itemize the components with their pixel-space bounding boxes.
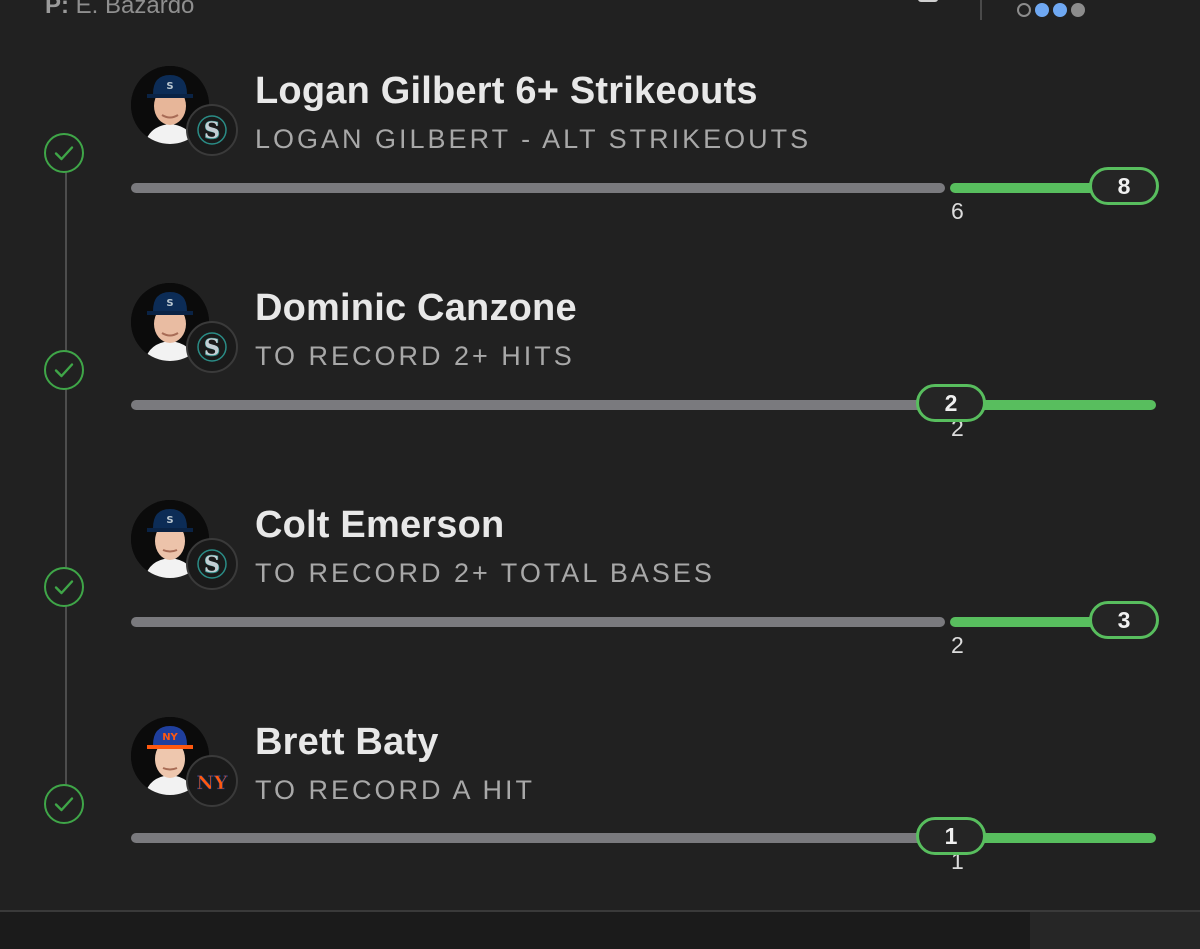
page-dot[interactable] xyxy=(1071,3,1085,17)
leg-title: Logan Gilbert 6+ Strikeouts xyxy=(255,70,758,112)
target-value: 6 xyxy=(951,198,964,224)
leg-title: Colt Emerson xyxy=(255,504,505,546)
current-value-pill: 2 xyxy=(916,384,986,422)
svg-text:S: S xyxy=(166,298,173,309)
linescore-cutoff xyxy=(600,0,960,8)
check-circle-icon xyxy=(44,350,84,390)
parlay-leg[interactable]: S S S Logan Gilbert 6+ Strikeouts LOGAN … xyxy=(0,66,1200,266)
progress-track xyxy=(131,400,931,410)
mariners-logo-icon: S S xyxy=(186,321,238,373)
svg-text:NY: NY xyxy=(162,732,178,743)
parlay-leg[interactable]: S S S Dominic Canzone TO RECORD 2+ HITS … xyxy=(0,283,1200,483)
leg-market: TO RECORD 2+ HITS xyxy=(255,341,575,371)
progress-track xyxy=(131,183,945,193)
progress-fill xyxy=(950,617,1100,627)
target-value: 2 xyxy=(951,632,964,658)
page-indicator[interactable] xyxy=(1017,2,1085,18)
leg-title: Brett Baty xyxy=(255,721,439,763)
progress-track xyxy=(131,833,931,843)
pitcher-prefix: P: xyxy=(45,0,69,19)
parlay-leg[interactable]: S S S Colt Emerson TO RECORD 2+ TOTAL BA… xyxy=(0,500,1200,700)
bottom-bar-tab-shape xyxy=(1030,912,1200,949)
parlay-leg[interactable]: NY NY Brett Baty TO RECORD A HIT 1 1 xyxy=(0,717,1200,917)
mariners-logo-icon: S S xyxy=(186,104,238,156)
page-dot[interactable] xyxy=(1035,3,1049,17)
check-circle-icon xyxy=(44,784,84,824)
leg-title: Dominic Canzone xyxy=(255,287,577,329)
mariners-logo-icon: S S xyxy=(186,538,238,590)
check-circle-icon xyxy=(44,133,84,173)
progress-fill xyxy=(950,183,1100,193)
svg-text:S: S xyxy=(204,552,220,578)
bottom-bar xyxy=(0,910,1200,949)
svg-text:S: S xyxy=(166,81,173,92)
leg-market: TO RECORD 2+ TOTAL BASES xyxy=(255,558,715,588)
header-divider xyxy=(980,0,982,20)
svg-text:NY: NY xyxy=(197,772,228,794)
pitcher-label: P: E. Bazardo xyxy=(45,0,194,20)
svg-text:S: S xyxy=(204,118,220,144)
page-dot[interactable] xyxy=(1053,3,1067,17)
current-value-pill: 3 xyxy=(1089,601,1159,639)
page-dot[interactable] xyxy=(1017,3,1031,17)
game-header: P: E. Bazardo xyxy=(0,0,1200,22)
progress-track xyxy=(131,617,945,627)
leg-market: LOGAN GILBERT - ALT STRIKEOUTS xyxy=(255,124,812,154)
progress-fill xyxy=(970,400,1156,410)
leg-market: TO RECORD A HIT xyxy=(255,775,536,805)
current-value-pill: 1 xyxy=(916,817,986,855)
check-circle-icon xyxy=(44,567,84,607)
svg-text:S: S xyxy=(166,515,173,526)
pitcher-name: E. Bazardo xyxy=(75,0,195,19)
svg-text:S: S xyxy=(204,335,220,361)
current-value-pill: 8 xyxy=(1089,167,1159,205)
mets-logo-icon: NY xyxy=(186,755,238,807)
progress-fill xyxy=(970,833,1156,843)
